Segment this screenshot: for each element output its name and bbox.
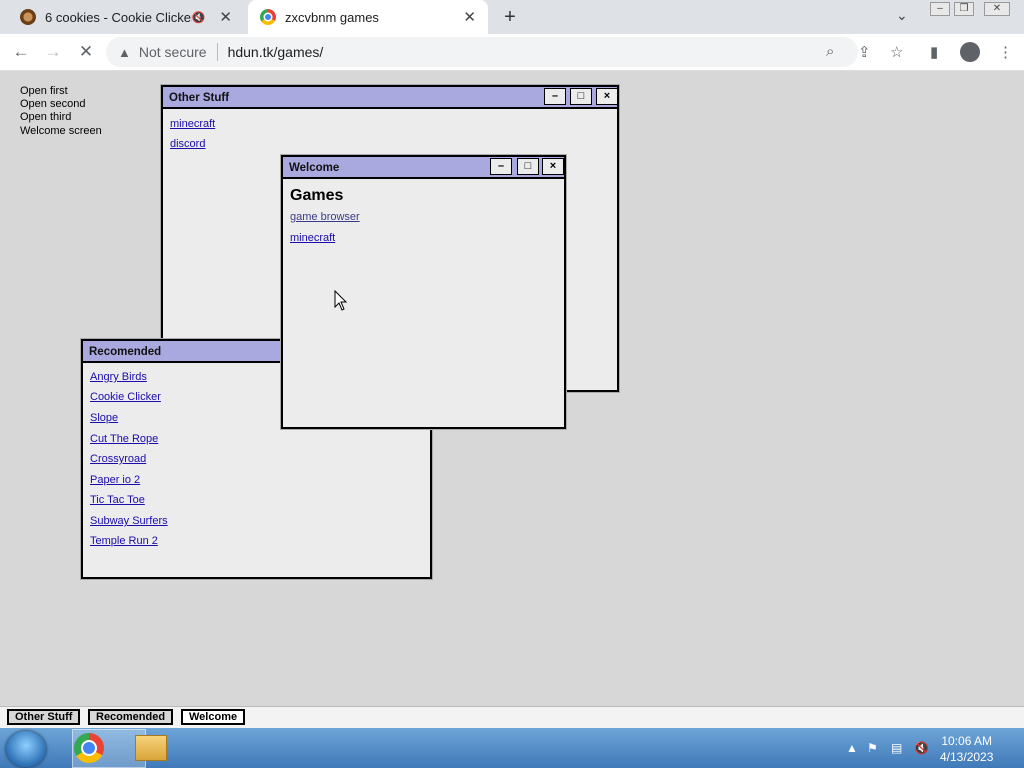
restore-window-button[interactable]: ❐ [954,2,974,16]
warning-icon[interactable]: ▲ [118,45,131,60]
mute-icon[interactable]: 🔇 [192,11,206,24]
menu-welcome-screen[interactable]: Welcome screen [20,125,102,137]
minimize-button[interactable]: – [544,88,566,105]
link-minecraft[interactable]: minecraft [290,232,335,244]
loading-icon [260,9,276,25]
folder-icon[interactable] [135,735,167,761]
maximize-button[interactable]: □ [517,158,539,175]
task-other-stuff[interactable]: Other Stuff [7,709,81,725]
minimize-button[interactable]: – [490,158,512,175]
new-tab-button[interactable]: + [500,6,520,28]
tab-zxcvbnm-games[interactable]: zxcvbnm games ✕ [248,0,488,34]
games-heading: Games [290,187,344,204]
tab-cookie-clicker[interactable]: 6 cookies - Cookie Clicker 🔇 ✕ [8,0,244,34]
minimize-window-button[interactable]: – [930,2,950,16]
tab-title: 6 cookies - Cookie Clicker [45,9,192,25]
link-angry-birds[interactable]: Angry Birds [90,371,147,383]
clock[interactable]: 10:06 AM 4/13/2023 [940,733,993,765]
address-bar[interactable]: ▲ Not secure hdun.tk/games/ [106,37,858,67]
menu-open-second[interactable]: Open second [20,98,85,110]
url-text[interactable]: hdun.tk/games/ [228,44,324,60]
share-icon[interactable]: ⇪ [858,43,871,61]
security-label[interactable]: Not secure [139,44,207,60]
chrome-icon [74,733,104,763]
link-subway-surfers[interactable]: Subway Surfers [90,515,168,527]
link-slope[interactable]: Slope [90,412,118,424]
divider [216,43,218,61]
tab-title: zxcvbnm games [285,9,379,25]
window-welcome: Welcome – □ × Games game browser minecra… [280,154,567,430]
link-cookie-clicker[interactable]: Cookie Clicker [90,391,161,403]
close-icon[interactable]: ✕ [463,8,476,26]
clock-date: 4/13/2023 [940,750,994,764]
link-tic-tac-toe[interactable]: Tic Tac Toe [90,494,145,506]
window-title: Recomended [89,346,162,358]
window-title: Other Stuff [169,92,230,104]
clock-time: 10:06 AM [941,734,993,748]
side-panel-icon[interactable]: ▮ [930,43,938,61]
menu-icon[interactable]: ⋮ [998,43,1013,61]
maximize-button[interactable]: □ [570,88,592,105]
menu-open-first[interactable]: Open first [20,85,68,97]
volume-muted-icon[interactable]: 🔇 [914,741,929,755]
flag-icon[interactable]: ⚑ [867,741,878,755]
network-icon[interactable]: ▤ [891,741,902,755]
zoom-icon[interactable]: ⌕ [826,43,834,60]
close-button[interactable]: × [542,158,564,175]
forward-icon[interactable]: → [42,42,64,62]
link-minecraft[interactable]: minecraft [170,118,215,130]
close-icon[interactable]: ✕ [219,8,232,26]
link-game-browser[interactable]: game browser [290,211,360,223]
stop-loading-icon[interactable]: ✕ [75,42,97,62]
profile-icon[interactable] [960,42,980,62]
cookie-icon [20,9,36,25]
close-window-button[interactable]: ✕ [984,2,1010,16]
task-recomended[interactable]: Recomended [88,709,174,725]
task-welcome[interactable]: Welcome [181,709,246,725]
cursor-icon [334,290,348,311]
start-button[interactable] [6,731,46,767]
tray-expand-icon[interactable]: ▲ [846,741,858,755]
star-icon[interactable]: ☆ [890,43,903,61]
menu-open-third[interactable]: Open third [20,111,71,123]
link-temple-run-2[interactable]: Temple Run 2 [90,535,158,547]
link-crossyroad[interactable]: Crossyroad [90,453,146,465]
link-discord[interactable]: discord [170,138,205,150]
link-paper-io-2[interactable]: Paper io 2 [90,474,140,486]
chevron-down-icon[interactable]: ⌄ [896,7,908,24]
close-button[interactable]: × [596,88,618,105]
window-title: Welcome [289,162,340,174]
link-cut-the-rope[interactable]: Cut The Rope [90,433,158,445]
back-icon[interactable]: ← [10,42,32,62]
